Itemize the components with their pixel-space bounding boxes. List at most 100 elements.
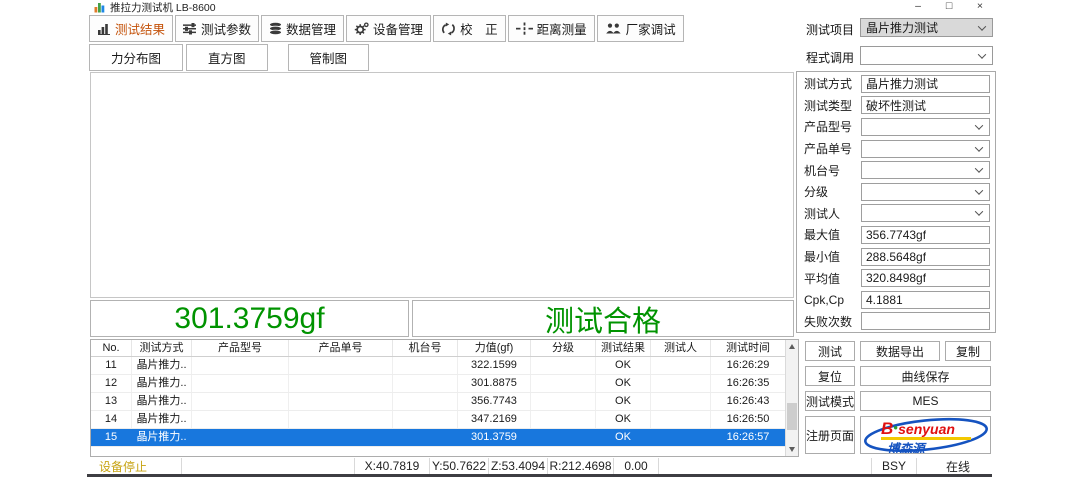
chart-tab-histogram[interactable]: 直方图 — [186, 44, 268, 71]
form-select-product-model[interactable] — [861, 118, 990, 136]
column-header[interactable]: 测试方式 — [132, 340, 192, 356]
vertical-scrollbar[interactable] — [785, 340, 798, 456]
toolbar-button-distance-measure[interactable]: 距离测量 — [508, 15, 595, 42]
column-header[interactable]: 产品单号 — [289, 340, 393, 356]
form-input-test-type[interactable]: 破坏性测试 — [861, 96, 990, 114]
field-value: 晶片推力测试 — [866, 75, 938, 92]
curve-save-button[interactable]: 曲线保存 — [860, 366, 991, 386]
form-select-machine-no[interactable] — [861, 161, 990, 179]
app-icon — [94, 2, 105, 13]
column-header[interactable]: 分级 — [531, 340, 596, 356]
table-body: 11晶片推力..322.1599OK16:26:2912晶片推力..301.88… — [91, 357, 785, 447]
cell: 347.2169 — [458, 411, 531, 428]
register-page-button[interactable]: 注册页面 — [805, 416, 855, 454]
column-header[interactable]: 机台号 — [393, 340, 458, 356]
online-indicator: 在线 — [917, 458, 999, 474]
cell — [393, 375, 458, 392]
copy-button[interactable]: 复制 — [945, 341, 991, 361]
cell — [192, 429, 289, 446]
data-export-button[interactable]: 数据导出 — [860, 341, 940, 361]
toolbar: 测试结果测试参数数据管理设备管理校 正 距离测量厂家调试 — [89, 15, 686, 42]
program-call-label: 程式调用 — [806, 49, 854, 66]
form-input-min-value[interactable]: 288.5648gf — [861, 248, 990, 266]
toolbar-button-calibration[interactable]: 校 正 — [433, 15, 506, 42]
table-row[interactable]: 12晶片推力..301.8875OK16:26:35 — [91, 375, 785, 393]
cell — [651, 411, 711, 428]
table-row[interactable]: 14晶片推力..347.2169OK16:26:50 — [91, 411, 785, 429]
chevron-down-icon — [975, 143, 983, 151]
form-row-max-value: 最大值356.7743gf — [797, 224, 995, 246]
form-input-test-method[interactable]: 晶片推力测试 — [861, 75, 990, 93]
device-status: 设备停止 — [85, 458, 182, 474]
scrollbar-thumb[interactable] — [787, 403, 797, 430]
column-header[interactable]: 产品型号 — [192, 340, 289, 356]
toolbar-button-test-params[interactable]: 测试参数 — [175, 15, 259, 42]
cell: 晶片推力.. — [132, 357, 192, 374]
program-call-select[interactable] — [860, 46, 993, 65]
form-label: Cpk,Cp — [804, 293, 861, 307]
field-value: 320.8498gf — [866, 271, 926, 285]
cell: 322.1599 — [458, 357, 531, 374]
minimize-button[interactable]: – — [912, 0, 924, 12]
chart-area — [90, 72, 794, 298]
form-select-tester[interactable] — [861, 204, 990, 222]
column-header[interactable]: 测试人 — [651, 340, 711, 356]
form-row-grade: 分级 — [797, 181, 995, 203]
form-input-fail-count[interactable] — [861, 312, 990, 330]
mes-button[interactable]: MES — [860, 391, 991, 411]
toolbar-button-device-management[interactable]: 设备管理 — [346, 15, 431, 42]
form-select-product-order[interactable] — [861, 140, 990, 158]
form-label: 最小值 — [804, 248, 861, 265]
maximize-button[interactable]: □ — [943, 0, 955, 12]
cell: 16:26:50 — [711, 411, 785, 428]
form-input-avg-value[interactable]: 320.8498gf — [861, 269, 990, 287]
form-label: 平均值 — [804, 270, 861, 287]
logo-wordmark: B●senyuan — [881, 419, 955, 439]
toolbar-button-test-results[interactable]: 测试结果 — [89, 15, 173, 42]
form-input-max-value[interactable]: 356.7743gf — [861, 226, 990, 244]
cell — [531, 357, 596, 374]
table-row[interactable]: 15晶片推力..301.3759OK16:26:57 — [91, 429, 785, 447]
column-header[interactable]: 力值(gf) — [458, 340, 531, 356]
column-header[interactable]: 测试结果 — [596, 340, 651, 356]
cell — [289, 393, 393, 410]
chart-tab-force-distribution[interactable]: 力分布图 — [89, 44, 183, 71]
form-label: 产品单号 — [804, 140, 861, 157]
column-header[interactable]: 测试时间 — [711, 340, 785, 356]
cell — [393, 411, 458, 428]
table-row[interactable]: 11晶片推力..322.1599OK16:26:29 — [91, 357, 785, 375]
cell — [289, 429, 393, 446]
test-mode-button[interactable]: 测试模式 — [805, 391, 855, 411]
chart-tab-control-chart[interactable]: 管制图 — [288, 44, 370, 71]
table-main: No.测试方式产品型号产品单号机台号力值(gf)分级测试结果测试人测试时间 11… — [91, 340, 785, 456]
test-item-select[interactable]: 晶片推力测试 — [860, 18, 993, 37]
cell: 12 — [91, 375, 132, 392]
scroll-up-button[interactable] — [786, 340, 798, 353]
form-input-cpk-cp[interactable]: 4.1881 — [861, 291, 990, 309]
form-select-grade[interactable] — [861, 183, 990, 201]
cell — [192, 411, 289, 428]
toolbar-button-label: 距离测量 — [537, 19, 587, 38]
toolbar-button-data-management[interactable]: 数据管理 — [261, 15, 344, 42]
toolbar-button-factory-debug[interactable]: 厂家调试 — [597, 15, 684, 42]
cell — [289, 357, 393, 374]
window-controls: – □ × — [912, 0, 986, 12]
scroll-down-icon — [789, 447, 795, 452]
reset-button[interactable]: 复位 — [805, 366, 855, 386]
close-button[interactable]: × — [974, 0, 986, 12]
cell: OK — [596, 411, 651, 428]
cell: 晶片推力.. — [132, 393, 192, 410]
table-row[interactable]: 13晶片推力..356.7743OK16:26:43 — [91, 393, 785, 411]
form-row-min-value: 最小值288.5648gf — [797, 246, 995, 268]
form-row-cpk-cp: Cpk,Cp4.1881 — [797, 289, 995, 311]
cell — [192, 375, 289, 392]
scroll-down-button[interactable] — [786, 443, 798, 456]
column-header[interactable]: No. — [91, 340, 132, 356]
chevron-down-icon — [975, 121, 983, 129]
field-value: 356.7743gf — [866, 228, 926, 242]
form-row-machine-no: 机台号 — [797, 159, 995, 181]
coordinate-readout: Z:53.4094 — [489, 458, 548, 474]
test-button[interactable]: 测试 — [805, 341, 855, 361]
cell — [289, 411, 393, 428]
title-bar: 推拉力测试机 LB-8600 – □ × — [85, 0, 1000, 15]
